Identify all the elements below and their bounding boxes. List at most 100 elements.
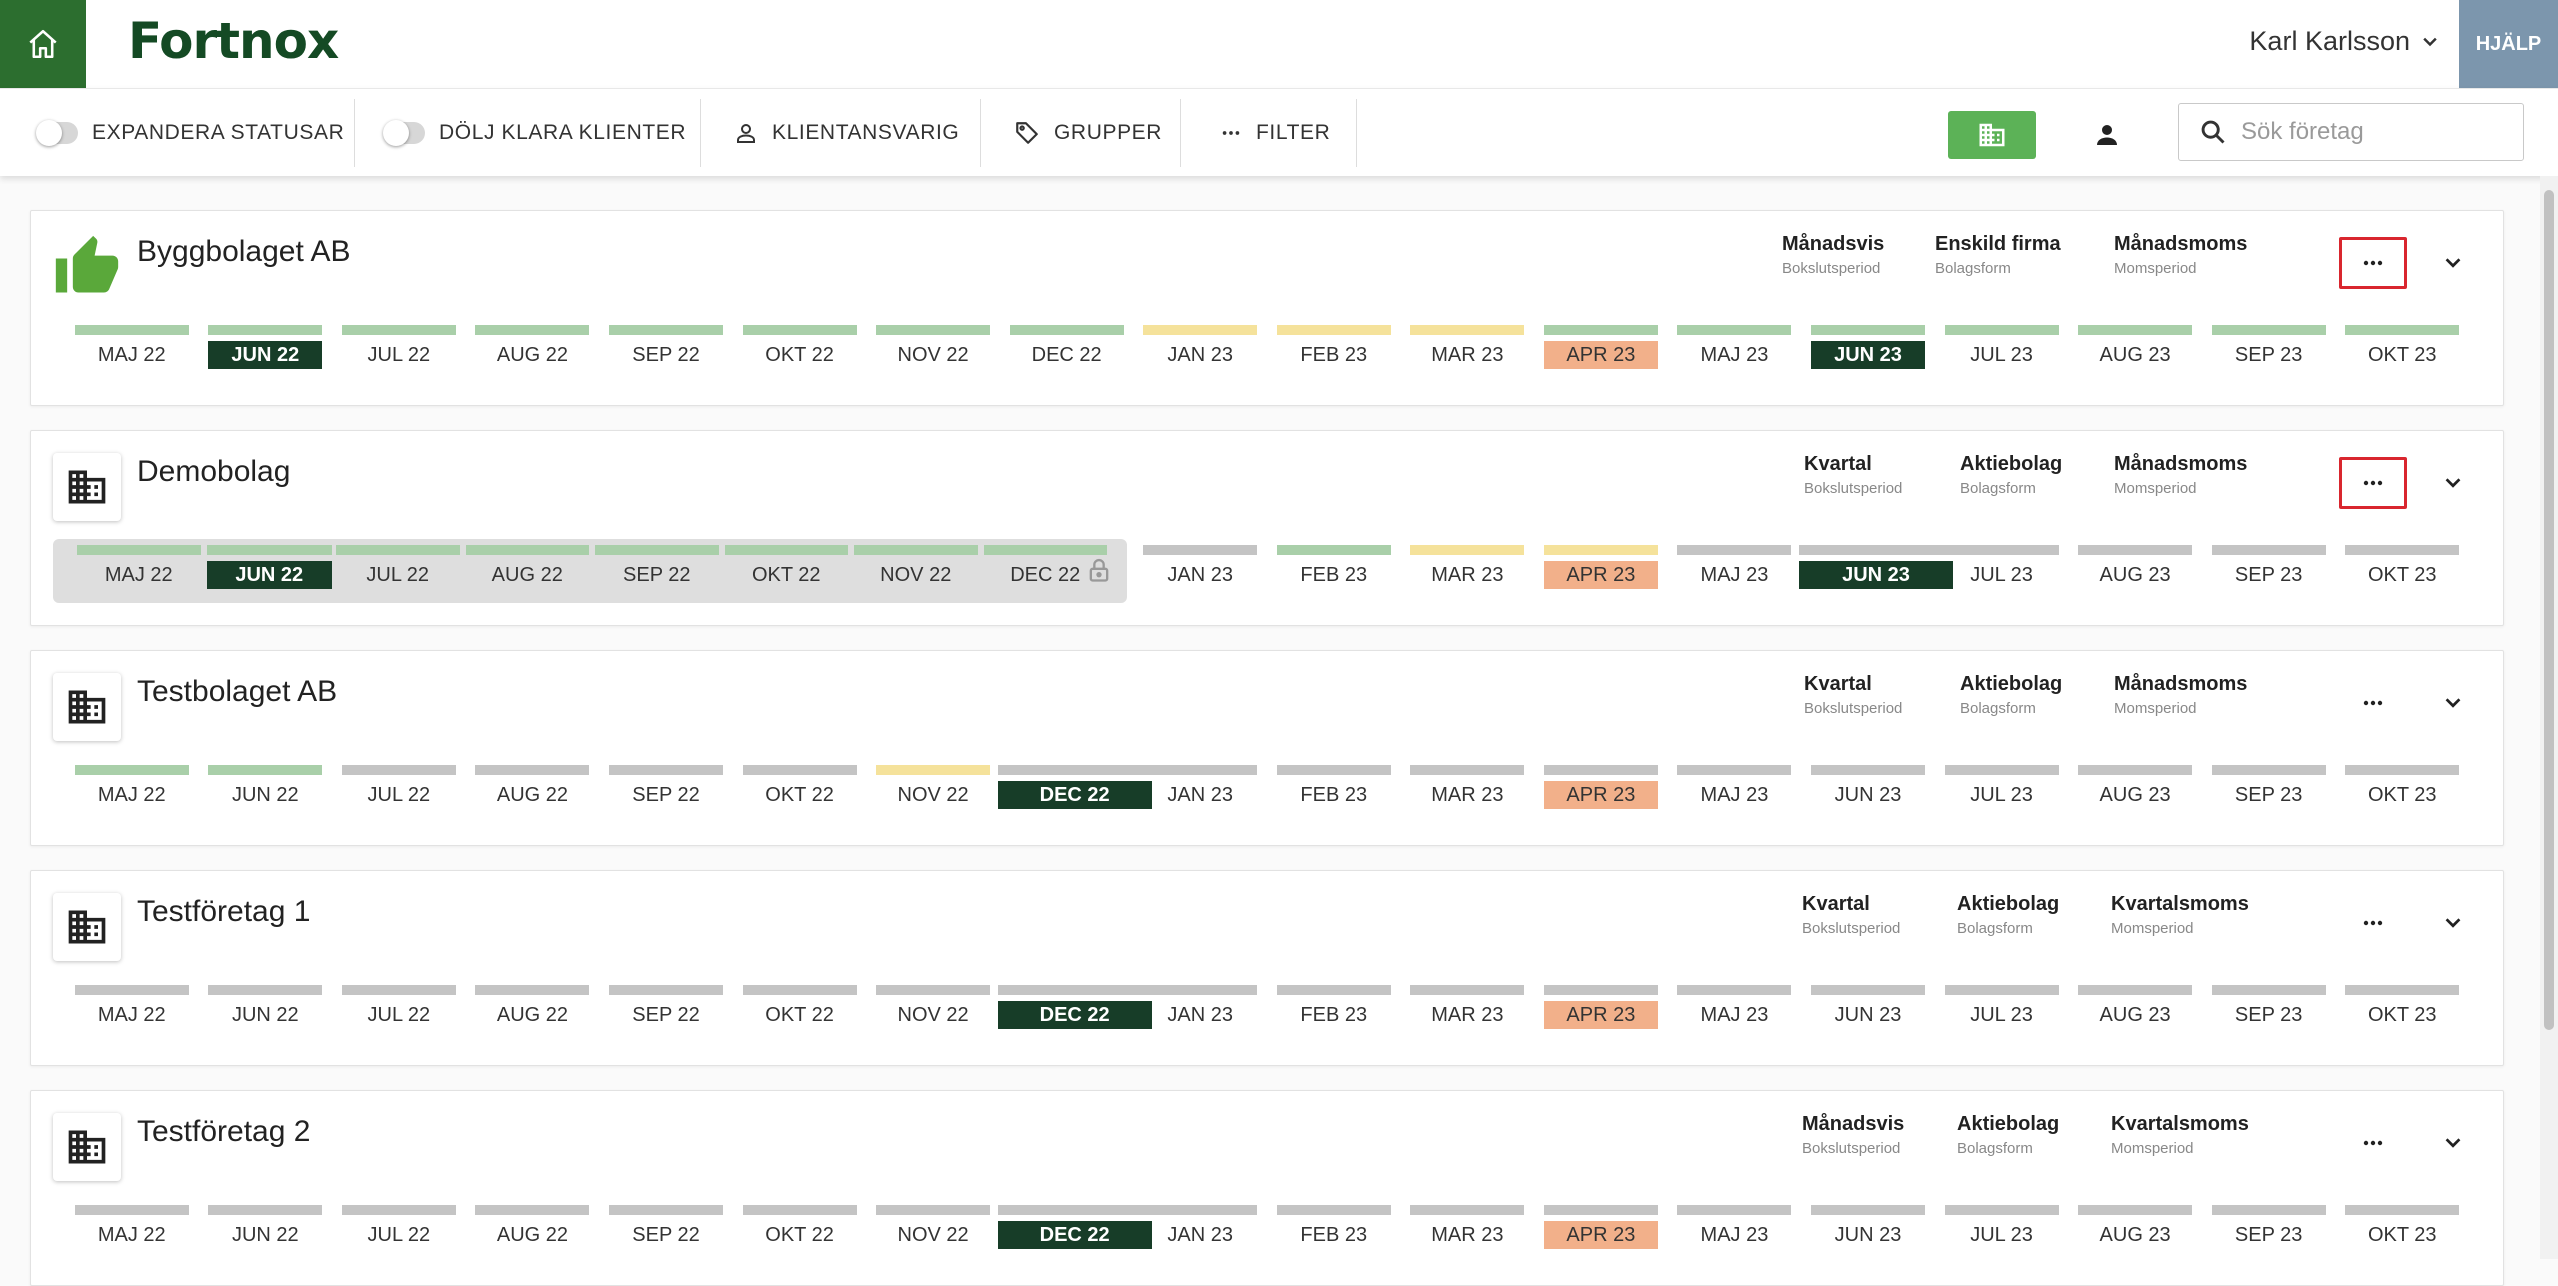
period-jun-23[interactable]: JUN 23 bbox=[1811, 1205, 1925, 1253]
period-dec-22[interactable]: DEC 22 bbox=[997, 985, 1152, 1033]
period-jan-23[interactable]: JAN 23 bbox=[1143, 325, 1258, 373]
person-view-button[interactable] bbox=[2085, 111, 2129, 159]
company-name[interactable]: Demobolag bbox=[137, 455, 290, 489]
period-jul-22[interactable]: JUL 22 bbox=[341, 1205, 456, 1253]
company-name[interactable]: Testbolaget AB bbox=[137, 675, 337, 709]
period-mar-23[interactable]: MAR 23 bbox=[1410, 325, 1525, 373]
period-apr-23[interactable]: APR 23 bbox=[1543, 1205, 1658, 1253]
period-aug-23[interactable]: AUG 23 bbox=[2078, 1205, 2193, 1253]
period-mar-23[interactable]: MAR 23 bbox=[1410, 1205, 1525, 1253]
period-jan-23[interactable]: JAN 23 bbox=[1143, 765, 1258, 813]
period-jul-22[interactable]: JUL 22 bbox=[336, 545, 460, 593]
period-nov-22[interactable]: NOV 22 bbox=[876, 765, 991, 813]
period-maj-23[interactable]: MAJ 23 bbox=[1677, 325, 1792, 373]
period-dec-22[interactable]: DEC 22 bbox=[983, 545, 1107, 593]
more-options-button[interactable] bbox=[2339, 677, 2407, 729]
period-sep-22[interactable]: SEP 22 bbox=[595, 545, 719, 593]
period-dec-22[interactable]: DEC 22 bbox=[997, 765, 1152, 813]
period-maj-22[interactable]: MAJ 22 bbox=[74, 325, 189, 373]
period-aug-23[interactable]: AUG 23 bbox=[2078, 325, 2193, 373]
period-jul-22[interactable]: JUL 22 bbox=[341, 325, 456, 373]
period-aug-22[interactable]: AUG 22 bbox=[475, 985, 590, 1033]
period-maj-22[interactable]: MAJ 22 bbox=[74, 1205, 189, 1253]
expand-button[interactable] bbox=[2431, 241, 2475, 285]
company-name[interactable]: Testföretag 1 bbox=[137, 895, 310, 929]
period-jun-23[interactable]: JUN 23 bbox=[1811, 985, 1925, 1033]
period-maj-22[interactable]: MAJ 22 bbox=[77, 545, 201, 593]
period-aug-22[interactable]: AUG 22 bbox=[465, 545, 589, 593]
period-nov-22[interactable]: NOV 22 bbox=[876, 325, 991, 373]
expand-statuses-toggle[interactable]: EXPANDERA STATUSAR bbox=[36, 89, 344, 177]
period-jun-22[interactable]: JUN 22 bbox=[208, 325, 323, 373]
period-maj-23[interactable]: MAJ 23 bbox=[1677, 985, 1792, 1033]
more-options-button[interactable] bbox=[2339, 237, 2407, 289]
period-maj-23[interactable]: MAJ 23 bbox=[1677, 1205, 1792, 1253]
period-nov-22[interactable]: NOV 22 bbox=[876, 985, 991, 1033]
period-jul-23[interactable]: JUL 23 bbox=[1944, 765, 2059, 813]
period-mar-23[interactable]: MAR 23 bbox=[1410, 765, 1525, 813]
period-okt-23[interactable]: OKT 23 bbox=[2345, 1205, 2460, 1253]
search-box[interactable] bbox=[2178, 103, 2524, 161]
user-menu[interactable]: Karl Karlsson bbox=[2249, 26, 2440, 57]
period-sep-23[interactable]: SEP 23 bbox=[2211, 985, 2326, 1033]
toggle-switch[interactable] bbox=[383, 120, 425, 146]
company-card[interactable]: Testbolaget AB Kvartal Bokslutsperiod Aktie… bbox=[30, 650, 2504, 846]
company-card[interactable]: Testföretag 2 Månadsvis Bokslutsperiod Akti… bbox=[30, 1090, 2504, 1286]
expand-button[interactable] bbox=[2431, 1121, 2475, 1165]
period-feb-23[interactable]: FEB 23 bbox=[1276, 545, 1391, 593]
period-jul-23[interactable]: JUL 23 bbox=[1944, 545, 2059, 593]
period-okt-22[interactable]: OKT 22 bbox=[742, 1205, 857, 1253]
period-aug-23[interactable]: AUG 23 bbox=[2078, 545, 2193, 593]
company-card[interactable]: Byggbolaget AB Månadsvis Bokslutsperiod Ens… bbox=[30, 210, 2504, 406]
period-okt-23[interactable]: OKT 23 bbox=[2345, 765, 2460, 813]
period-jun-22[interactable]: JUN 22 bbox=[206, 545, 332, 593]
help-button[interactable]: HJÄLP bbox=[2459, 0, 2558, 88]
period-aug-22[interactable]: AUG 22 bbox=[475, 765, 590, 813]
period-okt-22[interactable]: OKT 22 bbox=[742, 765, 857, 813]
client-responsible-button[interactable]: KLIENTANSVARIG bbox=[734, 89, 959, 177]
period-jul-23[interactable]: JUL 23 bbox=[1944, 985, 2059, 1033]
expand-button[interactable] bbox=[2431, 681, 2475, 725]
period-sep-23[interactable]: SEP 23 bbox=[2211, 545, 2326, 593]
period-jul-23[interactable]: JUL 23 bbox=[1944, 1205, 2059, 1253]
period-okt-23[interactable]: OKT 23 bbox=[2345, 325, 2460, 373]
more-options-button[interactable] bbox=[2339, 897, 2407, 949]
company-card[interactable]: Demobolag Kvartal Bokslutsperiod Aktiebolag… bbox=[30, 430, 2504, 626]
period-jun-22[interactable]: JUN 22 bbox=[208, 765, 323, 813]
home-button[interactable] bbox=[0, 0, 86, 88]
period-jan-23[interactable]: JAN 23 bbox=[1143, 545, 1258, 593]
period-dec-22[interactable]: DEC 22 bbox=[1009, 325, 1124, 373]
period-apr-23[interactable]: APR 23 bbox=[1543, 325, 1658, 373]
toggle-switch[interactable] bbox=[36, 120, 78, 146]
groups-button[interactable]: GRUPPER bbox=[1014, 89, 1162, 177]
period-maj-23[interactable]: MAJ 23 bbox=[1677, 765, 1792, 813]
company-card[interactable]: Testföretag 1 Kvartal Bokslutsperiod Aktieb… bbox=[30, 870, 2504, 1066]
company-view-button[interactable] bbox=[1948, 111, 2036, 159]
period-maj-22[interactable]: MAJ 22 bbox=[74, 765, 189, 813]
period-sep-23[interactable]: SEP 23 bbox=[2211, 325, 2326, 373]
period-jul-22[interactable]: JUL 22 bbox=[341, 985, 456, 1033]
period-jan-23[interactable]: JAN 23 bbox=[1143, 985, 1258, 1033]
period-aug-22[interactable]: AUG 22 bbox=[475, 1205, 590, 1253]
period-aug-23[interactable]: AUG 23 bbox=[2078, 985, 2193, 1033]
period-feb-23[interactable]: FEB 23 bbox=[1276, 765, 1391, 813]
period-maj-22[interactable]: MAJ 22 bbox=[74, 985, 189, 1033]
period-nov-22[interactable]: NOV 22 bbox=[854, 545, 978, 593]
expand-button[interactable] bbox=[2431, 901, 2475, 945]
period-okt-22[interactable]: OKT 22 bbox=[742, 325, 857, 373]
period-jul-22[interactable]: JUL 22 bbox=[341, 765, 456, 813]
period-sep-22[interactable]: SEP 22 bbox=[609, 1205, 723, 1253]
more-options-button[interactable] bbox=[2339, 457, 2407, 509]
company-name[interactable]: Testföretag 2 bbox=[137, 1115, 310, 1149]
period-apr-23[interactable]: APR 23 bbox=[1543, 545, 1658, 593]
period-jun-23[interactable]: JUN 23 bbox=[1811, 325, 1925, 373]
period-feb-23[interactable]: FEB 23 bbox=[1276, 1205, 1391, 1253]
period-jun-23[interactable]: JUN 23 bbox=[1799, 545, 1953, 593]
search-input[interactable] bbox=[2241, 118, 2501, 146]
period-aug-22[interactable]: AUG 22 bbox=[475, 325, 590, 373]
expand-button[interactable] bbox=[2431, 461, 2475, 505]
period-sep-23[interactable]: SEP 23 bbox=[2211, 1205, 2326, 1253]
scrollbar[interactable] bbox=[2540, 176, 2558, 1259]
period-aug-23[interactable]: AUG 23 bbox=[2078, 765, 2193, 813]
period-jun-22[interactable]: JUN 22 bbox=[208, 985, 323, 1033]
